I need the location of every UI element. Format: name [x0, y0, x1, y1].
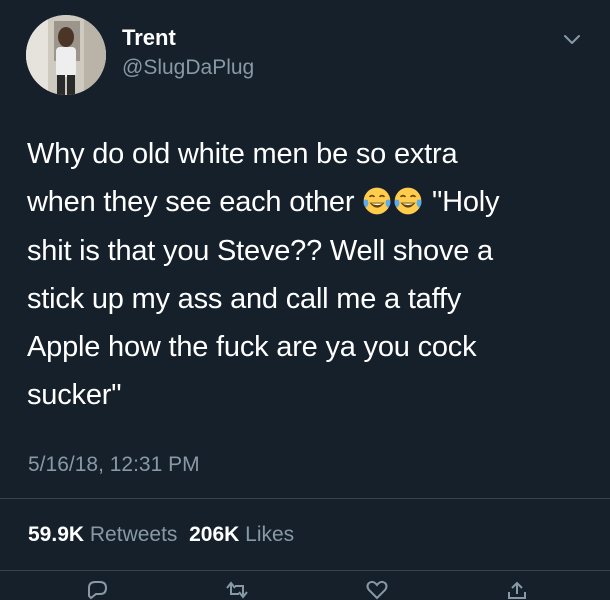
share-icon[interactable]	[504, 580, 530, 600]
tweet-actions	[0, 580, 610, 600]
tweet-text-segment: when they see each other	[27, 186, 355, 219]
divider	[0, 498, 610, 499]
tweet-stats: 59.9K Retweets 206K Likes	[28, 520, 294, 550]
tweet-text-line: Apple how the fuck are ya you cock	[27, 331, 477, 364]
tweet-text-segment: "Holy	[432, 186, 500, 219]
retweets-stat[interactable]: 59.9K Retweets	[28, 523, 177, 546]
like-icon[interactable]	[364, 580, 390, 600]
avatar-photo	[26, 15, 106, 95]
likes-count: 206K	[189, 523, 240, 546]
author-name[interactable]: Trent	[122, 24, 176, 52]
likes-stat[interactable]: 206K Likes	[189, 523, 294, 546]
retweets-label: Retweets	[89, 523, 178, 546]
likes-label: Likes	[245, 523, 295, 546]
tweet-text-line: Why do old white men be so extra	[27, 138, 458, 170]
retweet-icon[interactable]	[224, 580, 250, 600]
tweet-text-line: stick up my ass and call me a taffy	[27, 282, 462, 315]
retweets-count: 59.9K	[28, 523, 85, 546]
face-with-tears-of-joy-icon	[363, 187, 391, 215]
tweet-text-line: when they see each other "Holy	[27, 178, 597, 226]
chevron-down-icon[interactable]	[561, 28, 583, 50]
tweet-text-line: sucker"	[27, 379, 122, 412]
tweet-text: Why do old white men be so extra when th…	[27, 130, 597, 420]
divider	[0, 570, 610, 571]
tweet-timestamp[interactable]: 5/16/18, 12:31 PM	[28, 450, 200, 480]
author-handle[interactable]: @SlugDaPlug	[122, 54, 254, 82]
avatar[interactable]	[26, 15, 106, 95]
tweet-text-line: shit is that you Steve?? Well shove a	[27, 234, 493, 267]
face-with-tears-of-joy-icon	[394, 187, 422, 215]
reply-icon[interactable]	[84, 580, 110, 600]
tweet-card: Trent @SlugDaPlug Why do old white men b…	[0, 0, 610, 600]
